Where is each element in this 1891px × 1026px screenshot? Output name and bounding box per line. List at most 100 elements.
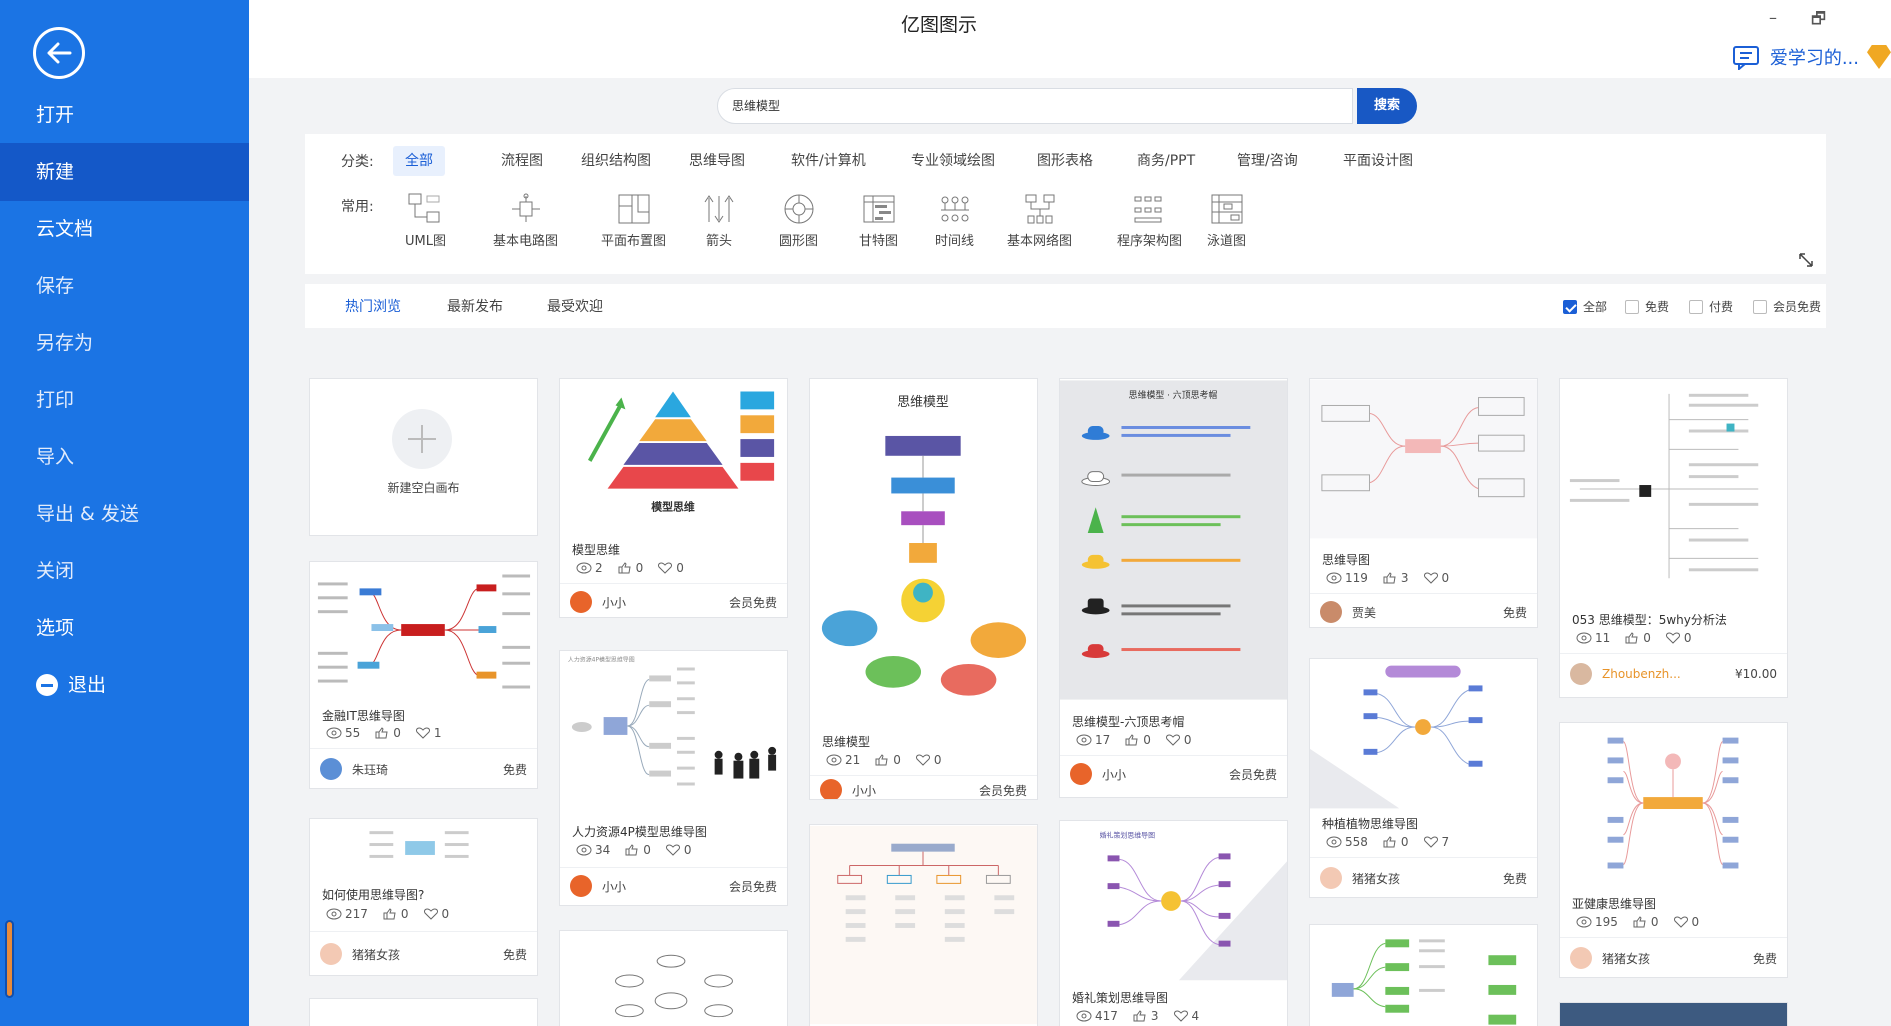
restore-button[interactable]: 🗗 — [1811, 8, 1826, 35]
category-graphic-design[interactable]: 平面设计图 — [1331, 146, 1425, 176]
template-program-architecture[interactable]: 程序架构图 — [1117, 192, 1182, 249]
avatar[interactable] — [570, 875, 592, 897]
likes[interactable]: 3 — [1132, 1009, 1159, 1023]
likes[interactable]: 3 — [1382, 571, 1409, 585]
category-management[interactable]: 管理/咨询 — [1225, 146, 1310, 176]
tab-popular[interactable]: 最受欢迎 — [547, 296, 603, 316]
template-card[interactable] — [1559, 1002, 1788, 1026]
likes[interactable]: 0 — [617, 561, 643, 575]
avatar[interactable] — [320, 758, 342, 780]
template-arrows[interactable]: 箭头 — [701, 192, 737, 249]
tab-hot[interactable]: 热门浏览 — [345, 296, 401, 316]
template-card[interactable] — [1309, 924, 1538, 1026]
search-input[interactable]: 思维模型 — [717, 88, 1353, 124]
sidebar-item-options[interactable]: 选项 — [0, 599, 249, 657]
template-card[interactable]: 模型思维 模型思维 2 0 0 小小 会员免费 — [559, 378, 788, 618]
template-gantt[interactable]: 甘特图 — [859, 192, 898, 249]
template-card[interactable]: 亚健康思维导图 195 0 0 猪猪女孩 免费 — [1559, 722, 1788, 978]
author-name[interactable]: 小小 — [602, 594, 626, 611]
likes[interactable]: 0 — [874, 753, 901, 767]
author-name[interactable]: Zhoubenzh... — [1602, 667, 1681, 681]
author-name[interactable]: 猪猪女孩 — [352, 946, 400, 963]
sidebar-item-open[interactable]: 打开 — [0, 86, 249, 144]
avatar[interactable] — [320, 943, 342, 965]
avatar[interactable] — [1320, 867, 1342, 889]
new-blank-canvas-card[interactable]: 新建空白画布 — [309, 378, 538, 536]
likes[interactable]: 0 — [1624, 631, 1651, 645]
avatar[interactable] — [570, 591, 592, 613]
template-basic-circuit[interactable]: 基本电路图 — [493, 192, 558, 249]
back-button[interactable] — [33, 27, 85, 79]
sidebar-scrollbar[interactable] — [5, 920, 14, 998]
likes[interactable]: 0 — [374, 726, 401, 740]
template-card[interactable]: 人力资源4P模型思维导图 人力资源4P模型思维导图 34 0 0 小小 会员免费 — [559, 650, 788, 906]
favorites[interactable]: 0 — [915, 753, 942, 767]
author-name[interactable]: 小小 — [602, 878, 626, 895]
minimize-button[interactable]: – — [1769, 8, 1777, 27]
checkbox[interactable] — [1625, 299, 1639, 314]
template-circle[interactable]: 圆形图 — [779, 192, 818, 249]
favorites[interactable]: 1 — [415, 726, 442, 740]
template-timeline[interactable]: 时间线 — [935, 192, 974, 249]
sidebar-item-close[interactable]: 关闭 — [0, 542, 249, 600]
author-name[interactable]: 小小 — [1102, 766, 1126, 783]
template-card[interactable] — [309, 998, 538, 1026]
favorites[interactable]: 0 — [1423, 571, 1449, 585]
template-card[interactable] — [559, 930, 788, 1026]
checkbox[interactable] — [1689, 299, 1703, 314]
filter-free[interactable]: 免费 — [1625, 298, 1669, 315]
user-area[interactable]: 爱学习的... — [1732, 44, 1891, 70]
template-card[interactable]: 金融IT思维导图 55 0 1 朱珏琦 免费 — [309, 561, 538, 789]
category-all[interactable]: 全部 — [393, 146, 445, 176]
sidebar-item-print[interactable]: 打印 — [0, 371, 249, 429]
category-graphic-tables[interactable]: 图形表格 — [1025, 146, 1105, 176]
favorites[interactable]: 0 — [423, 907, 449, 921]
favorites[interactable]: 4 — [1173, 1009, 1199, 1023]
category-professional[interactable]: 专业领域绘图 — [899, 146, 1007, 176]
template-card[interactable]: 思维模型 · 六顶思考帽 思维模型-六顶思考帽 17 0 0 小小 会员免费 — [1059, 378, 1288, 798]
author-name[interactable]: 小小 — [852, 782, 876, 799]
checkbox[interactable] — [1753, 299, 1767, 314]
expand-icon[interactable] — [1798, 252, 1814, 268]
template-card[interactable]: 如何使用思维导图? 217 0 0 猪猪女孩 免费 — [309, 818, 538, 976]
template-card[interactable]: 种植植物思维导图 558 0 7 猪猪女孩 免费 — [1309, 658, 1538, 898]
likes[interactable]: 0 — [1382, 835, 1409, 849]
author-name[interactable]: 猪猪女孩 — [1352, 870, 1400, 887]
author-name[interactable]: 贾美 — [1352, 604, 1376, 621]
user-name[interactable]: 爱学习的... — [1770, 44, 1859, 70]
sidebar-item-import[interactable]: 导入 — [0, 428, 249, 486]
category-org-chart[interactable]: 组织结构图 — [569, 146, 663, 176]
sidebar-item-exit[interactable]: 退出 — [0, 656, 249, 714]
template-card[interactable]: 思维模型 思维模型 21 0 0 小小 会员免费 — [809, 378, 1038, 800]
template-uml[interactable]: UML图 — [405, 192, 446, 249]
category-business-ppt[interactable]: 商务/PPT — [1125, 146, 1207, 176]
message-icon[interactable] — [1732, 44, 1762, 70]
avatar[interactable] — [1320, 601, 1342, 623]
filter-paid[interactable]: 付费 — [1689, 298, 1733, 315]
template-card[interactable]: 053 思维模型：5why分析法 11 0 0 Zhoubenzh... ¥10… — [1559, 378, 1788, 698]
avatar[interactable] — [1570, 663, 1592, 685]
sidebar-item-cloud-docs[interactable]: 云文档 — [0, 200, 249, 258]
avatar[interactable] — [1570, 947, 1592, 969]
template-basic-network[interactable]: 基本网络图 — [1007, 192, 1072, 249]
favorites[interactable]: 0 — [1673, 915, 1699, 929]
filter-member-free[interactable]: 会员免费 — [1753, 298, 1821, 315]
likes[interactable]: 0 — [624, 843, 651, 857]
favorites[interactable]: 7 — [1423, 835, 1449, 849]
avatar[interactable] — [1070, 763, 1092, 785]
search-button[interactable]: 搜索 — [1357, 88, 1417, 124]
author-name[interactable]: 朱珏琦 — [352, 761, 388, 778]
template-card[interactable] — [809, 824, 1038, 1026]
tab-latest[interactable]: 最新发布 — [447, 296, 503, 316]
template-floor-plan[interactable]: 平面布置图 — [601, 192, 666, 249]
filter-all[interactable]: 全部 — [1563, 298, 1607, 315]
favorites[interactable]: 0 — [657, 561, 684, 575]
category-software[interactable]: 软件/计算机 — [779, 146, 878, 176]
favorites[interactable]: 0 — [665, 843, 692, 857]
sidebar-item-export-send[interactable]: 导出 & 发送 — [0, 485, 249, 543]
likes[interactable]: 0 — [1632, 915, 1659, 929]
author-name[interactable]: 猪猪女孩 — [1602, 950, 1650, 967]
likes[interactable]: 0 — [1124, 733, 1151, 747]
likes[interactable]: 0 — [382, 907, 409, 921]
template-swimlane[interactable]: 泳道图 — [1207, 192, 1246, 249]
